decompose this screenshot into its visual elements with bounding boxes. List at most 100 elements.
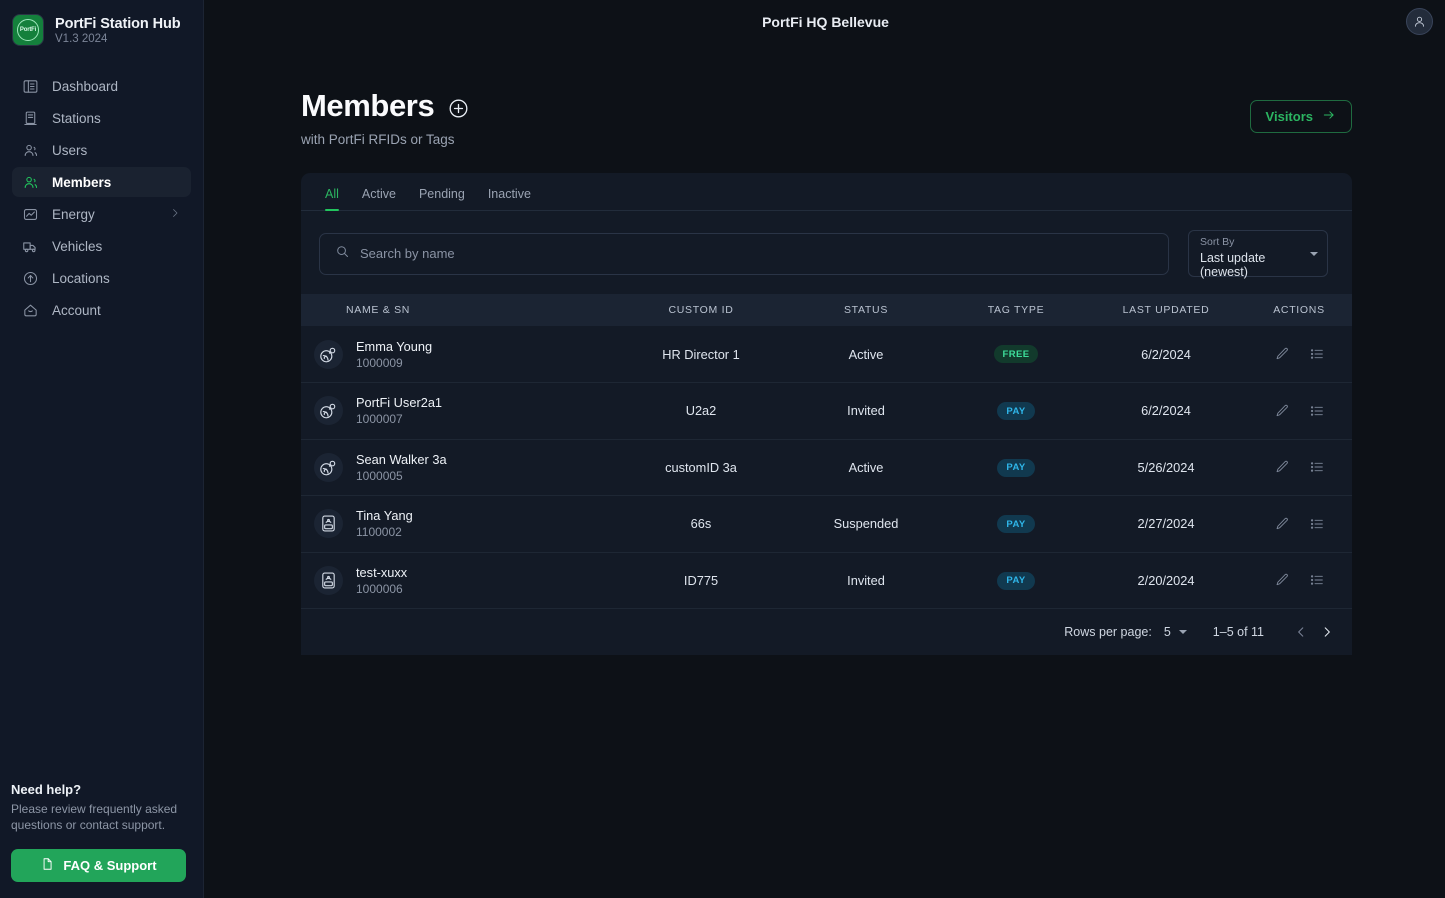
search-input[interactable]	[360, 246, 1153, 261]
list-icon[interactable]	[1309, 403, 1325, 419]
account-icon	[22, 302, 39, 319]
cell-tag-type: PAY	[946, 383, 1086, 440]
sidebar-item-dashboard[interactable]: Dashboard	[12, 71, 191, 101]
cell-custom-id: customID 3a	[616, 439, 786, 496]
page-body: Members with PortFi RFIDs or Tags Visito…	[204, 43, 1445, 655]
cell-member: PortFi User2a1 1000007	[301, 383, 616, 440]
tab-active[interactable]: Active	[362, 187, 396, 210]
brand-text: PortFi Station Hub V1.3 2024	[55, 16, 180, 45]
sidebar-item-users[interactable]: Users	[12, 135, 191, 165]
tab-inactive[interactable]: Inactive	[488, 187, 531, 210]
pagination: Rows per page: 5 1–5 of 11	[301, 609, 1352, 655]
faq-support-button[interactable]: FAQ & Support	[11, 849, 186, 882]
next-page-button[interactable]	[1314, 619, 1340, 645]
avatar[interactable]	[1406, 8, 1433, 35]
table-row[interactable]: test-xuxx 1000006 ID775 Invited PAY 2/20…	[301, 552, 1352, 609]
sidebar-item-account[interactable]: Account	[12, 295, 191, 325]
visitors-button[interactable]: Visitors	[1250, 100, 1352, 133]
edit-icon[interactable]	[1274, 403, 1290, 419]
faq-support-label: FAQ & Support	[63, 858, 156, 873]
sidebar-item-members[interactable]: Members	[12, 167, 191, 197]
table-row[interactable]: Emma Young 1000009 HR Director 1 Active …	[301, 326, 1352, 383]
sidebar-item-stations[interactable]: Stations	[12, 103, 191, 133]
cell-custom-id: ID775	[616, 552, 786, 609]
cell-custom-id: U2a2	[616, 383, 786, 440]
app-root: PortFi PortFi Station Hub V1.3 2024 Dash…	[0, 0, 1445, 898]
member-sn: 1000006	[356, 582, 407, 596]
sidebar-item-label: Vehicles	[52, 239, 181, 254]
plus-circle-icon	[448, 98, 469, 119]
edit-icon[interactable]	[1274, 516, 1290, 532]
list-icon[interactable]	[1309, 459, 1325, 475]
cell-actions	[1246, 326, 1352, 383]
cell-member: test-xuxx 1000006	[301, 552, 616, 609]
cell-custom-id: HR Director 1	[616, 326, 786, 383]
edit-icon[interactable]	[1274, 346, 1290, 362]
status-badge: FREE	[994, 345, 1039, 363]
edit-icon[interactable]	[1274, 459, 1290, 475]
keyfob-tag-icon	[314, 340, 343, 369]
topbar: PortFi HQ Bellevue	[204, 0, 1445, 43]
dashboard-icon	[22, 78, 39, 95]
column-header-actions: ACTIONS	[1246, 294, 1352, 326]
prev-page-button[interactable]	[1288, 619, 1314, 645]
sidebar-item-label: Energy	[52, 207, 156, 222]
document-icon	[40, 857, 54, 874]
page-header: Members with PortFi RFIDs or Tags Visito…	[301, 88, 1352, 147]
visitors-button-label: Visitors	[1266, 109, 1313, 124]
table-row[interactable]: Tina Yang 1100002 66s Suspended PAY 2/27…	[301, 496, 1352, 553]
tab-all[interactable]: All	[325, 187, 339, 210]
table-row[interactable]: PortFi User2a1 1000007 U2a2 Invited PAY …	[301, 383, 1352, 440]
sidebar-item-label: Stations	[52, 111, 181, 126]
topbar-title: PortFi HQ Bellevue	[762, 14, 889, 30]
sort-by-label: Sort By	[1200, 236, 1316, 248]
table-header-row: NAME & SN CUSTOM ID STATUS TAG TYPE LAST…	[301, 294, 1352, 326]
portfi-logo-icon: PortFi	[12, 14, 44, 46]
status-badge: PAY	[997, 459, 1034, 477]
cell-last-updated: 6/2/2024	[1086, 383, 1246, 440]
cell-member: Sean Walker 3a 1000005	[301, 439, 616, 496]
arrow-right-icon	[1322, 108, 1336, 125]
brand[interactable]: PortFi PortFi Station Hub V1.3 2024	[0, 0, 203, 60]
rows-per-page-label: Rows per page:	[1064, 625, 1152, 639]
column-header-custom-id: CUSTOM ID	[616, 294, 786, 326]
user-avatar-icon	[1412, 14, 1427, 29]
member-name: test-xuxx	[356, 565, 407, 580]
edit-icon[interactable]	[1274, 572, 1290, 588]
tab-pending[interactable]: Pending	[419, 187, 465, 210]
keyfob-tag-icon	[314, 453, 343, 482]
page-title: Members	[301, 88, 434, 124]
table-row[interactable]: Sean Walker 3a 1000005 customID 3a Activ…	[301, 439, 1352, 496]
rfid-card-icon	[314, 509, 343, 538]
status-badge: PAY	[997, 515, 1034, 533]
sort-by-select[interactable]: Sort By Last update (newest)	[1188, 230, 1328, 277]
rows-per-page-select[interactable]: 5	[1164, 625, 1187, 639]
list-icon[interactable]	[1309, 346, 1325, 362]
cell-last-updated: 2/20/2024	[1086, 552, 1246, 609]
member-sn: 1100002	[356, 525, 413, 539]
cell-custom-id: 66s	[616, 496, 786, 553]
sidebar-item-vehicles[interactable]: Vehicles	[12, 231, 191, 261]
sidebar: PortFi PortFi Station Hub V1.3 2024 Dash…	[0, 0, 204, 898]
sort-by-value: Last update (newest)	[1200, 251, 1316, 279]
cell-status: Invited	[786, 552, 946, 609]
cell-tag-type: FREE	[946, 326, 1086, 383]
column-header-name: NAME & SN	[301, 294, 616, 326]
page-header-left: Members with PortFi RFIDs or Tags	[301, 88, 469, 147]
chevron-down-icon	[1179, 630, 1187, 634]
column-header-status: STATUS	[786, 294, 946, 326]
sidebar-item-locations[interactable]: Locations	[12, 263, 191, 293]
sidebar-item-energy[interactable]: Energy	[12, 199, 191, 229]
sidebar-item-label: Account	[52, 303, 181, 318]
list-icon[interactable]	[1309, 516, 1325, 532]
vehicle-icon	[22, 238, 39, 255]
members-card: All Active Pending Inactive Sort By Last	[301, 173, 1352, 655]
member-sn: 1000005	[356, 469, 447, 483]
add-member-button[interactable]	[448, 98, 469, 119]
main-content: PortFi HQ Bellevue Members with PortFi R…	[204, 0, 1445, 898]
member-name: Tina Yang	[356, 508, 413, 523]
list-icon[interactable]	[1309, 572, 1325, 588]
member-sn: 1000007	[356, 412, 442, 426]
search-box[interactable]	[319, 233, 1169, 275]
tab-bar: All Active Pending Inactive	[301, 173, 1352, 211]
